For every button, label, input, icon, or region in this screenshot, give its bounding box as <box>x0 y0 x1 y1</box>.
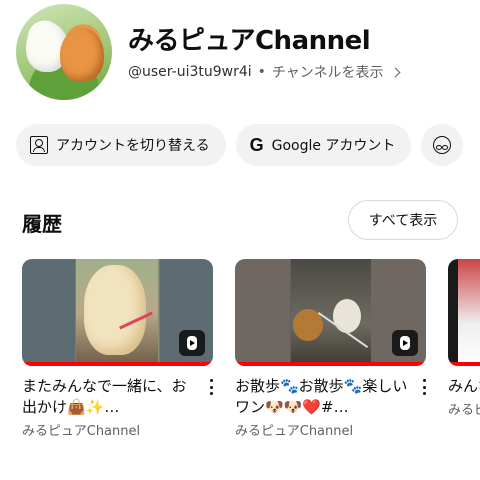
thumbnail-dog <box>333 299 361 333</box>
more-options-icon[interactable] <box>418 377 430 397</box>
video-title[interactable]: みんなで楽しい… <box>448 376 480 397</box>
thumbnail-dog <box>84 265 146 355</box>
video-thumbnail[interactable] <box>235 259 426 366</box>
video-thumbnail[interactable] <box>448 259 480 366</box>
watch-progress-bar <box>22 362 213 366</box>
video-channel: みるピュアChannel <box>448 403 480 418</box>
account-chips: アカウントを切り替える G Google アカウント <box>16 124 464 166</box>
switch-account-label: アカウントを切り替える <box>56 138 210 154</box>
more-options-icon[interactable] <box>205 377 217 397</box>
switch-account-icon <box>30 136 48 154</box>
history-video-list: またみんなで一緒に、お出かけ👜✨… みるピュアChannel お散歩🐾お散歩🐾楽… <box>22 259 480 480</box>
switch-account-button[interactable]: アカウントを切り替える <box>16 124 226 166</box>
chevron-right-icon <box>390 67 400 77</box>
watch-progress-bar <box>235 362 426 366</box>
video-card[interactable]: お散歩🐾お散歩🐾楽しいワン🐶🐶❤️#… みるピュアChannel <box>235 259 426 439</box>
incognito-icon <box>433 136 452 154</box>
video-thumbnail[interactable] <box>22 259 213 366</box>
watch-progress-bar <box>448 362 480 366</box>
separator-dot: • <box>257 64 266 80</box>
video-channel: みるピュアChannel <box>22 424 141 439</box>
video-title[interactable]: お散歩🐾お散歩🐾楽しいワン🐶🐶❤️#… <box>235 376 413 418</box>
history-title: 履歴 <box>22 212 62 236</box>
channel-sub-row[interactable]: @user-ui3tu9wr4i • チャンネルを表示 <box>128 62 400 82</box>
google-g-icon: G <box>249 134 264 155</box>
view-channel-link[interactable]: チャンネルを表示 <box>272 62 384 82</box>
video-channel: みるピュアChannel <box>235 424 354 439</box>
view-all-button[interactable]: すべて表示 <box>348 200 458 240</box>
google-account-button[interactable]: G Google アカウント <box>235 124 412 166</box>
video-card[interactable]: みんなで楽しい… みるピュアChannel <box>448 259 480 418</box>
channel-avatar[interactable] <box>16 4 112 100</box>
channel-header: みるピュアChannel @user-ui3tu9wr4i • チャンネルを表示 <box>0 0 480 110</box>
incognito-button[interactable] <box>421 124 464 166</box>
avatar-dog-orange <box>60 28 104 82</box>
shorts-icon <box>392 330 418 356</box>
channel-name: みるピュアChannel <box>128 26 371 56</box>
google-account-label: Google アカウント <box>271 138 396 154</box>
shorts-icon <box>179 330 205 356</box>
channel-handle: @user-ui3tu9wr4i <box>128 64 252 80</box>
video-card[interactable]: またみんなで一緒に、お出かけ👜✨… みるピュアChannel <box>22 259 213 439</box>
video-title[interactable]: またみんなで一緒に、お出かけ👜✨… <box>22 376 200 418</box>
